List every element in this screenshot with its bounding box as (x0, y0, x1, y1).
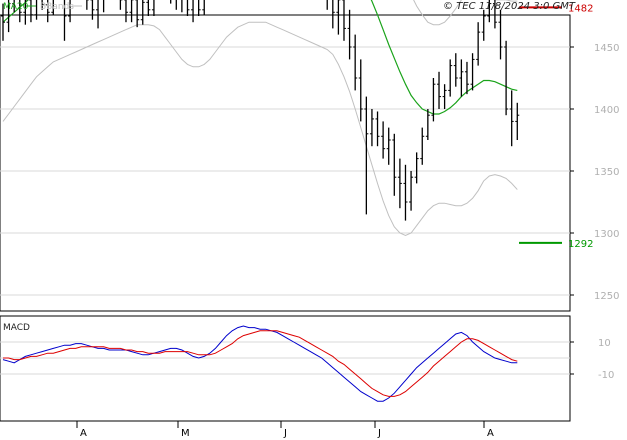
price-bar (175, 0, 177, 10)
price-bar (102, 0, 105, 13)
price-bar (170, 0, 172, 4)
legend-ma20: MA20 (3, 2, 29, 12)
support-label: 1292 (568, 239, 593, 250)
price-bar (86, 0, 89, 10)
y-tick-label: 1400 (594, 105, 619, 116)
price-bar (186, 0, 190, 16)
price-bar (146, 0, 151, 16)
time-axis: AMJJA (0, 420, 570, 439)
price-bar (151, 0, 155, 16)
price-bar (119, 0, 123, 10)
macd-panel (0, 315, 571, 422)
macd-axis: 10 -10 (570, 338, 614, 381)
macd-y-tick-label: -10 (598, 370, 614, 381)
y-tick-label: 1450 (594, 43, 619, 54)
macd-y-tick-label: 10 (598, 338, 611, 349)
price-axis: 16001550150014501400135013001250 (570, 43, 619, 302)
copyright: © TEC 11/8/2024 3:0 GMT (443, 1, 576, 12)
price-bar (197, 0, 201, 16)
price-panel (0, 14, 571, 312)
x-tick-label: J (283, 428, 287, 439)
x-tick-label: A (80, 428, 87, 439)
x-tick-label: M (181, 428, 190, 439)
macd-title: MACD (3, 323, 30, 333)
y-tick-label: 1350 (594, 167, 619, 178)
price-bar (202, 0, 205, 15)
x-tick-label: A (487, 428, 494, 439)
x-tick-label: J (377, 428, 381, 439)
legend-bbands: BBands (40, 2, 74, 12)
y-tick-label: 1250 (594, 291, 619, 302)
y-tick-label: 1300 (594, 229, 619, 240)
price-bar (326, 0, 328, 10)
stock-chart: 16001550150014501400135013001250 1482129… (0, 0, 619, 439)
price-bar (181, 0, 183, 13)
